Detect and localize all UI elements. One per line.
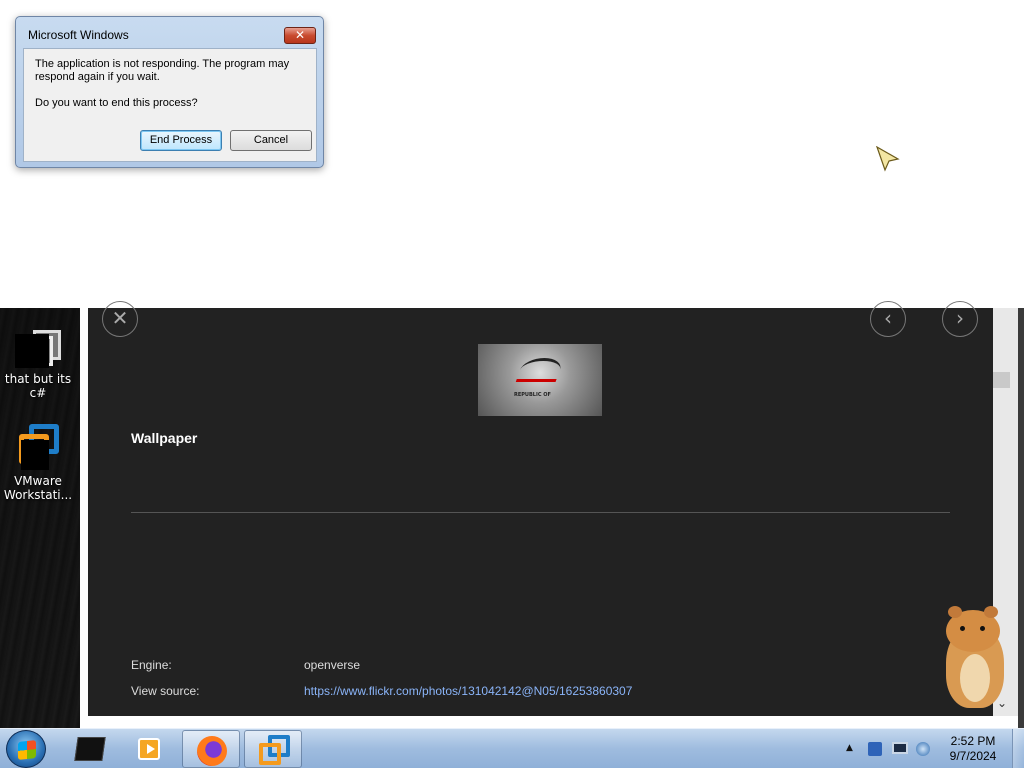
taskbar-item-firefox[interactable] (182, 730, 240, 768)
close-icon: ✕ (111, 306, 129, 330)
dialog-question: Do you want to end this process? (35, 97, 198, 109)
tray-app-icon[interactable] (868, 742, 882, 756)
show-desktop-button[interactable] (1012, 729, 1024, 768)
network-icon[interactable] (892, 742, 908, 754)
chevron-right-icon: › (956, 306, 964, 330)
rog-logo-icon (515, 358, 565, 382)
next-image-button[interactable]: › (942, 301, 978, 337)
source-link[interactable]: https://www.flickr.com/photos/131042142@… (304, 684, 632, 698)
taskbar: ▲ 2:52 PM 9/7/2024 (0, 728, 1024, 768)
desktop-icon-vmware[interactable]: VMware Workstati... (0, 422, 76, 502)
engine-value: openverse (304, 658, 361, 672)
previous-image-button[interactable]: ‹ (870, 301, 906, 337)
media-player-icon (138, 738, 160, 760)
dialog-message: The application is not responding. The p… (35, 58, 290, 83)
scrollbar-thumb[interactable] (993, 372, 1010, 388)
desktop-icon-label: that but its c# (4, 372, 72, 400)
start-button[interactable] (6, 730, 46, 768)
cancel-button[interactable]: Cancel (230, 130, 312, 151)
image-viewer-panel: ✕ ‹ › REPUBLIC OF Wallpaper Engine: open… (80, 301, 1018, 728)
dialog-body: The application is not responding. The p… (23, 48, 317, 162)
taskbar-clock[interactable]: 2:52 PM 9/7/2024 (938, 734, 1008, 764)
end-process-button[interactable]: End Process (140, 130, 222, 151)
volume-icon[interactable] (916, 742, 930, 756)
black-window-icon (74, 737, 106, 761)
mouse-cursor-icon (876, 146, 900, 172)
viewer-content: ✕ ‹ › REPUBLIC OF Wallpaper Engine: open… (88, 301, 993, 716)
windows-logo-icon (18, 740, 36, 760)
thumbnail-caption: REPUBLIC OF (514, 392, 551, 398)
clock-date: 9/7/2024 (949, 749, 997, 763)
divider (131, 512, 950, 513)
screen: that but its c# VMware Workstati... ✕ ‹ … (0, 0, 1024, 768)
image-title: Wallpaper (131, 430, 198, 446)
source-label: View source: (131, 684, 200, 698)
taskbar-item-media-player[interactable] (120, 730, 178, 768)
taskbar-item-vmware[interactable] (244, 730, 302, 768)
viewer-bottom-edge (88, 716, 993, 728)
copy-icon (13, 320, 63, 368)
chevron-left-icon: ‹ (884, 306, 892, 330)
close-icon: ✕ (294, 28, 306, 42)
taskbar-item-black-window[interactable] (60, 730, 118, 768)
vmware-icon (13, 422, 63, 470)
dialog-title: Microsoft Windows (28, 28, 129, 42)
firefox-icon (197, 736, 227, 766)
clock-time: 2:52 PM (950, 734, 996, 748)
desktop-icon-that-but-its-c[interactable]: that but its c# (0, 320, 76, 400)
viewer-close-button[interactable]: ✕ (102, 301, 138, 337)
show-hidden-icons-icon[interactable]: ▲ (846, 743, 860, 757)
not-responding-dialog: Microsoft Windows ✕ The application is n… (15, 16, 324, 168)
dialog-close-button[interactable]: ✕ (284, 27, 316, 44)
desktop-icon-label: VMware Workstati... (3, 474, 73, 502)
image-thumbnail[interactable]: REPUBLIC OF (478, 344, 602, 416)
engine-label: Engine: (131, 658, 172, 672)
hamster-pet[interactable] (944, 604, 1006, 708)
